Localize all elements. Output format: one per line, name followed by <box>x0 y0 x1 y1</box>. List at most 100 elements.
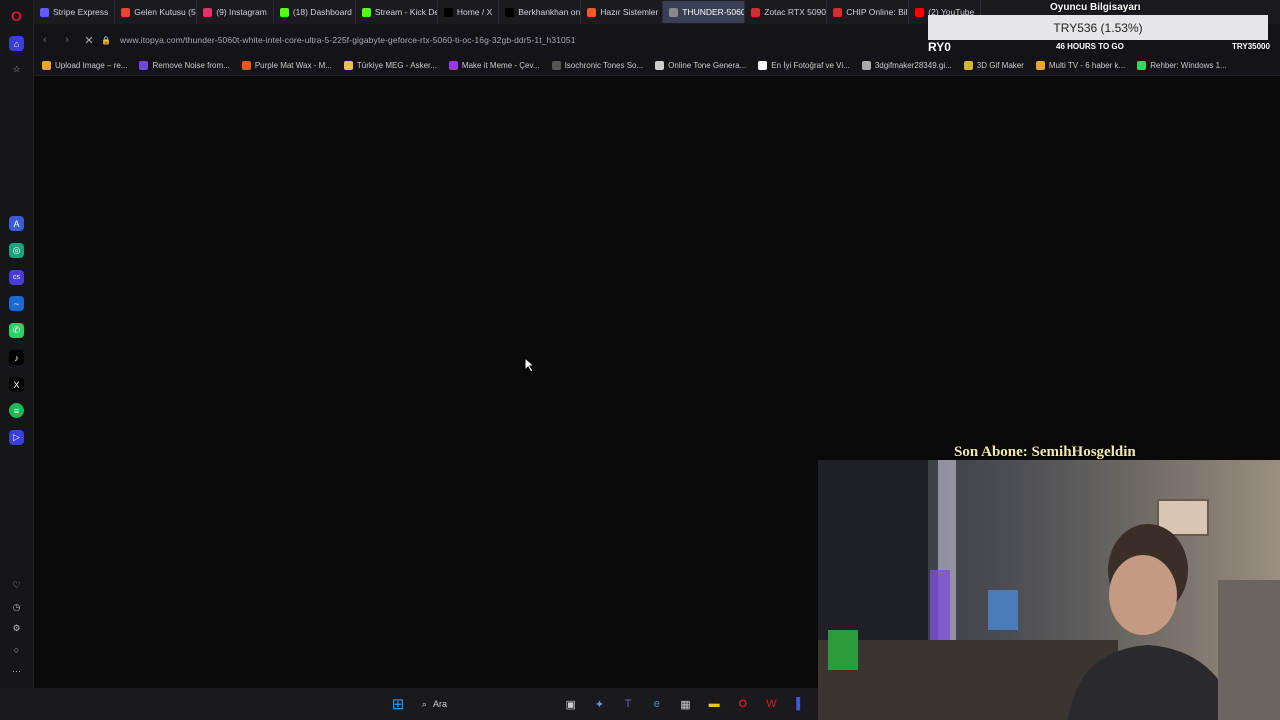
tab-favicon-icon <box>915 7 925 17</box>
tab-favicon-icon <box>203 7 213 17</box>
bookmark-favicon-icon <box>963 61 973 70</box>
bookmark-label: Online Tone Genera... <box>668 61 747 70</box>
bookmark-item[interactable]: Multi TV - 6 haber k... <box>1035 61 1126 70</box>
bookmark-item[interactable]: 3dgifmaker28349.gi... <box>861 61 952 70</box>
bookmark-favicon-icon <box>42 61 51 70</box>
bookmark-label: Isochronic Tones So... <box>564 61 644 70</box>
last-subscriber: Son Abone: SemihHosgeldin <box>954 444 1136 460</box>
tab-label: Zotac RTX 5090 <box>764 7 827 17</box>
taskbar-search[interactable]: ⌕ Ara <box>416 693 554 715</box>
tab-1[interactable]: Gelen Kutusu (5 <box>115 1 198 23</box>
bookmark-label: Multi TV - 6 haber k... <box>1048 61 1126 70</box>
bookmark-item[interactable]: Purple Mat Wax - M... <box>241 61 332 70</box>
bookmark-favicon-icon <box>1035 61 1045 70</box>
bookmark-favicon-icon <box>448 61 458 70</box>
webcam-feed <box>818 460 1280 720</box>
player-icon[interactable]: ▷ <box>9 430 24 445</box>
chatgpt-icon[interactable]: ◎ <box>9 243 24 258</box>
tab-label: Stripe Express <box>53 7 109 17</box>
bookmark-favicon-icon <box>758 61 768 70</box>
donation-goal-bar: TRY536 (1.53%) <box>928 15 1268 40</box>
cs-icon[interactable]: cs <box>9 270 24 285</box>
bookmark-label: Remove Noise from... <box>152 61 230 70</box>
lock-icon: 🔒 <box>101 35 111 45</box>
bookmark-label: En İyi Fotoğraf ve Vi... <box>771 61 850 70</box>
tab-10[interactable]: CHIP Online: Bil <box>827 1 910 23</box>
opera-logo-icon[interactable]: O <box>9 8 24 24</box>
spotify-icon[interactable]: ≡ <box>9 403 24 418</box>
copilot-icon[interactable]: ✦ <box>589 693 611 715</box>
bookmark-label: 3dgifmaker28349.gi... <box>874 61 952 70</box>
store-icon[interactable]: ▦ <box>675 693 697 715</box>
back-icon[interactable]: ‹ <box>34 29 56 51</box>
bookmark-item[interactable]: Türkiye MEG - Asker... <box>343 61 437 70</box>
tab-favicon-icon <box>361 7 371 17</box>
bookmark-item[interactable]: Make it Meme - Çev... <box>448 61 540 70</box>
settings-icon[interactable]: ⚙ <box>9 621 24 636</box>
forward-icon[interactable]: › <box>56 29 78 51</box>
task-view-icon[interactable]: ▣ <box>560 693 582 715</box>
more-icon[interactable]: ··· <box>9 663 24 678</box>
goal-text: TRY35000 <box>1232 42 1270 51</box>
tab-9[interactable]: Zotac RTX 5090 <box>745 1 828 23</box>
bookmark-item[interactable]: Online Tone Genera... <box>655 61 746 70</box>
taskbar: ⊞ ⌕ Ara ▣ ✦ T e ▦ ▬ O W ▌ <box>0 688 818 720</box>
tab-5[interactable]: Home / X <box>438 1 500 23</box>
tab-4[interactable]: Stream - Kick De <box>356 1 438 23</box>
tab-label: Gelen Kutusu (5 <box>134 7 196 17</box>
bookmark-favicon-icon <box>241 61 251 70</box>
tab-favicon-icon <box>669 7 679 17</box>
file-explorer-icon[interactable]: ▬ <box>703 693 725 715</box>
overlay-title: Oyuncu Bilgisayarı <box>1050 2 1141 13</box>
x-icon[interactable]: X <box>9 377 24 392</box>
bookmark-favicon-icon <box>343 61 353 70</box>
tab-label: THUNDER-5060T WHITE <box>682 7 746 17</box>
opera-taskbar-icon[interactable]: O <box>732 693 754 715</box>
reload-icon[interactable]: ✕ <box>78 29 100 51</box>
search-icon: ⌕ <box>421 698 427 709</box>
aria-icon[interactable]: A <box>9 216 24 231</box>
bookmark-favicon-icon <box>1137 61 1147 70</box>
overlay-left-label: RY0 <box>928 40 951 54</box>
tab-3[interactable]: (18) Dashboard <box>274 1 356 23</box>
teams-icon[interactable]: T <box>617 693 639 715</box>
bookmark-item[interactable]: Isochronic Tones So... <box>551 61 644 70</box>
whatsapp-icon[interactable]: ✆ <box>9 323 24 338</box>
bookmark-label: 3D Gif Maker <box>976 61 1024 70</box>
messenger-icon[interactable]: ~ <box>9 296 24 311</box>
star-icon[interactable]: ☆ <box>9 62 24 77</box>
tab-favicon-icon <box>751 7 761 17</box>
tab-0[interactable]: Stripe Express <box>34 1 116 23</box>
bookmark-favicon-icon <box>655 61 665 70</box>
tab-favicon-icon <box>505 7 515 17</box>
history-icon[interactable]: ◷ <box>9 600 24 615</box>
tab-6[interactable]: Berkhankhan on <box>499 1 582 23</box>
windows-start-icon[interactable]: ⊞ <box>387 693 409 715</box>
tab-7[interactable]: Hazır Sistemler <box>581 1 664 23</box>
heart-icon[interactable]: ♡ <box>9 578 24 593</box>
tab-label: Hazır Sistemler <box>600 7 659 17</box>
bookmark-label: Türkiye MEG - Asker... <box>356 61 437 70</box>
bulb-icon[interactable]: ○ <box>9 642 24 657</box>
sidebar: O ⌂ ☆ A ◎ cs ~ ✆ ♪ X ≡ ▷ ♡ ◷ ⚙ ○ ··· <box>0 0 34 688</box>
bookmark-item[interactable]: Rehber: Windows 1... <box>1137 61 1227 70</box>
url-field[interactable]: www.itopya.com/thunder-5060t-white-intel… <box>120 35 576 45</box>
tab-label: (18) Dashboard <box>292 7 352 17</box>
tiktok-icon[interactable]: ♪ <box>9 350 24 365</box>
tab-8[interactable]: THUNDER-5060T WHITE <box>663 1 746 23</box>
tab-favicon-icon <box>279 7 289 17</box>
home-icon[interactable]: ⌂ <box>9 36 24 51</box>
bookmark-label: Rehber: Windows 1... <box>1150 61 1227 70</box>
bookmark-item[interactable]: Remove Noise from... <box>139 61 230 70</box>
bookmark-favicon-icon <box>139 61 149 70</box>
donation-text: TRY536 (1.53%) <box>1053 20 1143 35</box>
app-icon-blue[interactable]: ▌ <box>789 693 811 715</box>
tab-2[interactable]: (9) Instagram <box>197 1 274 23</box>
bookmark-label: Make it Meme - Çev... <box>461 61 540 70</box>
edge-icon[interactable]: e <box>646 693 668 715</box>
bookmark-item[interactable]: 3D Gif Maker <box>963 61 1024 70</box>
app-icon-red[interactable]: W <box>761 693 783 715</box>
bookmark-item[interactable]: En İyi Fotoğraf ve Vi... <box>758 61 850 70</box>
tab-favicon-icon <box>121 7 131 17</box>
bookmark-item[interactable]: Upload Image – re... <box>42 61 127 70</box>
